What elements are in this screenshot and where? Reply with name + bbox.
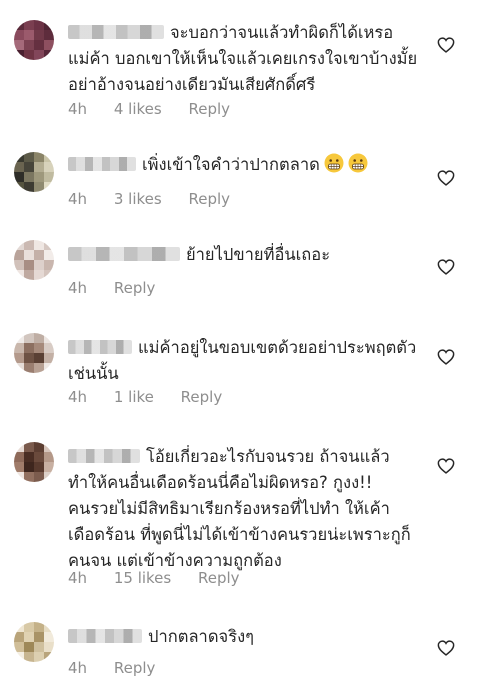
username-redacted[interactable] xyxy=(68,340,132,354)
comment-text: โอ้ยเกี่ยวอะไรกับจนรวย ถ้าจนแล้วทำให้คนอ… xyxy=(68,447,411,570)
comment-text: เพิ่งเข้าใจคำว่าปากตลาด xyxy=(68,152,418,178)
username-redacted[interactable] xyxy=(68,629,142,643)
avatar[interactable] xyxy=(14,20,54,60)
heart-outline-icon[interactable] xyxy=(437,259,455,275)
heart-outline-icon[interactable] xyxy=(437,640,455,656)
comment-time: 4h xyxy=(68,569,88,587)
comment-meta: 4h 15 likes Reply xyxy=(68,569,262,587)
heart-outline-icon[interactable] xyxy=(437,170,455,186)
username-redacted[interactable] xyxy=(68,449,140,463)
comment-likes[interactable]: 3 likes xyxy=(114,190,162,208)
reply-button[interactable]: Reply xyxy=(198,569,240,587)
username-redacted[interactable] xyxy=(68,157,136,171)
comment-meta: 4h Reply xyxy=(68,659,177,677)
comment-likes[interactable]: 4 likes xyxy=(114,100,162,118)
avatar[interactable] xyxy=(14,152,54,192)
reply-button[interactable]: Reply xyxy=(114,659,156,677)
reply-button[interactable]: Reply xyxy=(114,279,156,297)
comment-time: 4h xyxy=(68,100,88,118)
comment-meta: 4h 3 likes Reply xyxy=(68,190,252,208)
comment-meta: 4h 4 likes Reply xyxy=(68,100,252,118)
reply-button[interactable]: Reply xyxy=(181,388,223,406)
grimacing-face-emoji xyxy=(324,153,344,173)
comment-time: 4h xyxy=(68,279,88,297)
comment-time: 4h xyxy=(68,659,88,677)
avatar[interactable] xyxy=(14,622,54,662)
heart-outline-icon[interactable] xyxy=(437,458,455,474)
comment-text: ปากตลาดจริงๆ xyxy=(68,624,418,650)
reply-button[interactable]: Reply xyxy=(188,190,230,208)
heart-outline-icon[interactable] xyxy=(437,349,455,365)
reply-button[interactable]: Reply xyxy=(188,100,230,118)
username-redacted[interactable] xyxy=(68,25,164,39)
comment-likes[interactable]: 15 likes xyxy=(114,569,171,587)
avatar[interactable] xyxy=(14,333,54,373)
comment-time: 4h xyxy=(68,388,88,406)
comment-text: แม่ค้าอยู่ในขอบเขตด้วยอย่าประพฤตตัวเช่นน… xyxy=(68,338,417,383)
comment-meta: 4h Reply xyxy=(68,279,177,297)
heart-outline-icon[interactable] xyxy=(437,37,455,53)
comment-text: จะบอกว่าจนแล้วทำผิดก็ได้เหรอแม่ค้า บอกเข… xyxy=(68,23,418,94)
comment-meta: 4h 1 like Reply xyxy=(68,388,244,406)
grimacing-face-emoji xyxy=(348,153,368,173)
avatar[interactable] xyxy=(14,240,54,280)
comment-time: 4h xyxy=(68,190,88,208)
username-redacted[interactable] xyxy=(68,247,180,261)
comment-text: ย้ายไปขายที่อื่นเถอะ xyxy=(68,242,418,268)
comment-likes[interactable]: 1 like xyxy=(114,388,154,406)
avatar[interactable] xyxy=(14,442,54,482)
